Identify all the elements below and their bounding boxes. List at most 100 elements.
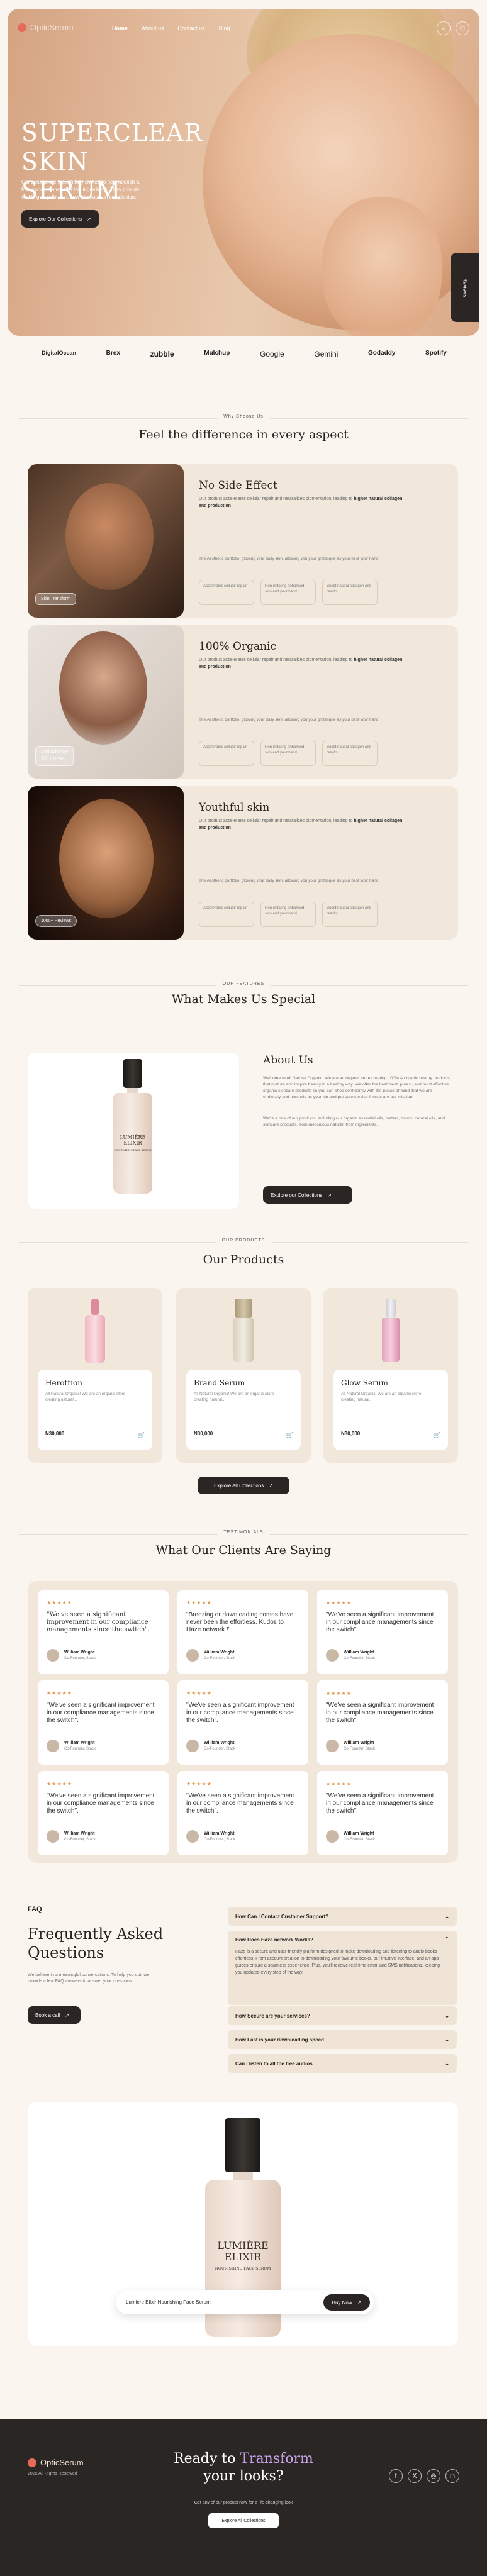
feature-desc: Our product accelerates cellular repair … xyxy=(199,658,403,669)
book-call-button[interactable]: Book a call ↗ xyxy=(28,2006,81,2024)
hero-photo-hand xyxy=(322,197,442,336)
cta-product-name: Lumiere Elixir Nourishing Face Serum xyxy=(126,2299,211,2305)
photo-badge: Available now 62 items xyxy=(35,746,74,766)
testimonial-name: William Wright xyxy=(344,1831,374,1836)
why-title: Feel the difference in every aspect xyxy=(138,428,349,441)
cart-icon[interactable]: ⊡ xyxy=(456,21,469,35)
testimonial-name: William Wright xyxy=(204,1650,235,1655)
footer: OpticSerum 2025 All Rights Reserved Read… xyxy=(0,2419,487,2576)
arrow-right-icon: ↗ xyxy=(327,1192,332,1198)
product-price: N30,000 xyxy=(341,1431,361,1436)
brand-logo: Google xyxy=(260,350,284,358)
cart-icon[interactable]: 🛒 xyxy=(138,1432,145,1439)
brand-logo: DigitalOcean xyxy=(42,350,77,356)
x-icon[interactable]: X xyxy=(408,2469,422,2483)
testimonials-title: What Our Clients Are Saying xyxy=(155,1543,332,1557)
buy-now-button[interactable]: Buy Now ↗ xyxy=(323,2294,370,2311)
testimonial-name: William Wright xyxy=(64,1831,95,1836)
explore-all-collections-button[interactable]: Explore All Collections ↗ xyxy=(198,1477,289,1494)
faq-item[interactable]: Can I listen to all the free audios ⌄ xyxy=(228,2054,457,2073)
feature-photo: Available now 62 items xyxy=(28,625,184,779)
feature-desc: Our product accelerates cellular repair … xyxy=(199,497,403,508)
testimonial-quote: "We've seen a significant improvement in… xyxy=(326,1702,434,1724)
explore-collections-button[interactable]: Explore Our Collections ↗ xyxy=(21,210,99,228)
star-rating: ★★★★★ xyxy=(186,1600,212,1606)
linkedin-icon[interactable]: in xyxy=(445,2469,459,2483)
testimonial-name: William Wright xyxy=(64,1650,95,1655)
testimonial-card: ★★★★★ "We've seen a significant improveme… xyxy=(38,1771,169,1855)
product-card[interactable]: Brand Serum All Natural Organic! We are a… xyxy=(176,1288,311,1463)
star-rating: ★★★★★ xyxy=(326,1600,352,1606)
reviews-side-tab[interactable]: Reviews xyxy=(451,253,479,322)
product-image xyxy=(336,1297,445,1366)
faq-item[interactable]: How Can I Contact Customer Support? ⌄ xyxy=(228,1907,457,1926)
testimonial-card: ★★★★★ "Breezing or downloading comes have… xyxy=(177,1590,308,1674)
testimonial-role: Co-Founder, Stack xyxy=(344,1747,376,1751)
nav-link-contact[interactable]: Contact us xyxy=(178,25,205,31)
product-price: N30,000 xyxy=(45,1431,65,1436)
avatar xyxy=(47,1830,59,1843)
feature-pill: Accelerates cellular repair xyxy=(199,741,254,766)
star-rating: ★★★★★ xyxy=(47,1781,72,1787)
photo-badge: Skin Transform xyxy=(35,593,77,605)
testimonial-name: William Wright xyxy=(204,1831,235,1836)
instagram-icon[interactable]: ◎ xyxy=(427,2469,440,2483)
arrow-right-icon: ↗ xyxy=(269,1482,273,1489)
feature-pill: Non-irritating enhanced skin and your ha… xyxy=(260,580,316,605)
product-image xyxy=(189,1297,298,1366)
cart-icon[interactable]: 🛒 xyxy=(434,1432,440,1439)
faq-text: We believe in a meaningful conversations… xyxy=(28,1973,150,1984)
testimonials-grid: ★★★★★ "We've seen a significant improveme… xyxy=(28,1581,458,1863)
feature-title: No Side Effect xyxy=(199,479,277,492)
section-tag: OUR PRODUCTS xyxy=(0,1238,487,1246)
brand-logo: Gemini xyxy=(314,350,339,358)
logo-icon xyxy=(18,23,26,32)
feature-card: Available now 62 items 100% Organic Our p… xyxy=(28,625,458,779)
products-title: Our Products xyxy=(203,1253,284,1267)
feature-photo: 1000+ Reviews xyxy=(28,786,184,940)
avatar xyxy=(186,1649,199,1662)
avatar xyxy=(326,1649,339,1662)
footer-explore-button[interactable]: Explore All Collections xyxy=(208,2513,279,2528)
section-tag: OUR FEATURES xyxy=(0,981,487,990)
testimonial-role: Co-Founder, Stack xyxy=(64,1747,96,1751)
product-desc: All Natural Organic! We are an organic s… xyxy=(45,1392,126,1402)
nav-link-about[interactable]: About us xyxy=(142,25,164,31)
feature-pill: Boost natural collagen and results xyxy=(322,580,378,605)
testimonial-role: Co-Founder, Stack xyxy=(64,1657,96,1660)
about-text: Welcome to All Natural Organic! We are a… xyxy=(263,1076,450,1099)
reviews-badge: 1000+ Reviews xyxy=(35,915,77,927)
explore-collections-button[interactable]: Explore our Collections ↗ xyxy=(263,1186,352,1204)
faq-item[interactable]: How Fast is your downloading speed ⌄ xyxy=(228,2030,457,2049)
faq-item[interactable]: How Secure are your services? ⌄ xyxy=(228,2006,457,2025)
section-tag: TESTIMONIALS xyxy=(0,1530,487,1538)
product-card[interactable]: Herottion All Natural Organic! We are an … xyxy=(28,1288,162,1463)
testimonial-role: Co-Founder, Stack xyxy=(344,1657,376,1660)
testimonial-role: Co-Founder, Stack xyxy=(204,1838,236,1841)
faq-item-open[interactable]: How Does Haze network Works? ⌃ Haze is a… xyxy=(228,1931,457,2005)
facebook-icon[interactable]: f xyxy=(389,2469,403,2483)
feature-note: The Aesthetic portfolio, glowing your da… xyxy=(199,879,380,883)
testimonial-card: ★★★★★ "We've seen a significant improveme… xyxy=(317,1590,448,1674)
faq-title: Frequently Asked Questions xyxy=(28,1925,164,1962)
product-name: Glow Serum xyxy=(341,1379,388,1387)
testimonial-name: William Wright xyxy=(204,1741,235,1745)
chevron-up-icon: ⌃ xyxy=(444,1936,449,1942)
logo[interactable]: OpticSerum xyxy=(18,23,74,32)
cart-icon[interactable]: 🛒 xyxy=(286,1432,293,1439)
search-icon[interactable]: ⌕ xyxy=(437,21,451,35)
brand-logo: Mulchup xyxy=(204,350,230,357)
testimonial-quote: "We've seen a significant improvement in… xyxy=(47,1702,155,1724)
testimonial-name: William Wright xyxy=(344,1650,374,1655)
product-card[interactable]: Glow Serum All Natural Organic! We are an… xyxy=(323,1288,458,1463)
brand-logos: DigitalOcean Brex zubble Mulchup Google … xyxy=(42,350,447,358)
faq-tag: FAQ xyxy=(28,1906,42,1913)
testimonial-name: William Wright xyxy=(344,1741,374,1745)
nav-link-blog[interactable]: Blog xyxy=(219,25,230,31)
nav-link-home[interactable]: Home xyxy=(112,25,128,31)
testimonial-quote: "We've seen a significant improvement in… xyxy=(326,1792,434,1814)
brand-logo: zubble xyxy=(150,350,174,358)
testimonial-quote: "We've seen a significant improvement in… xyxy=(47,1611,150,1633)
testimonial-role: Co-Founder, Stack xyxy=(204,1657,236,1660)
avatar xyxy=(186,1740,199,1752)
